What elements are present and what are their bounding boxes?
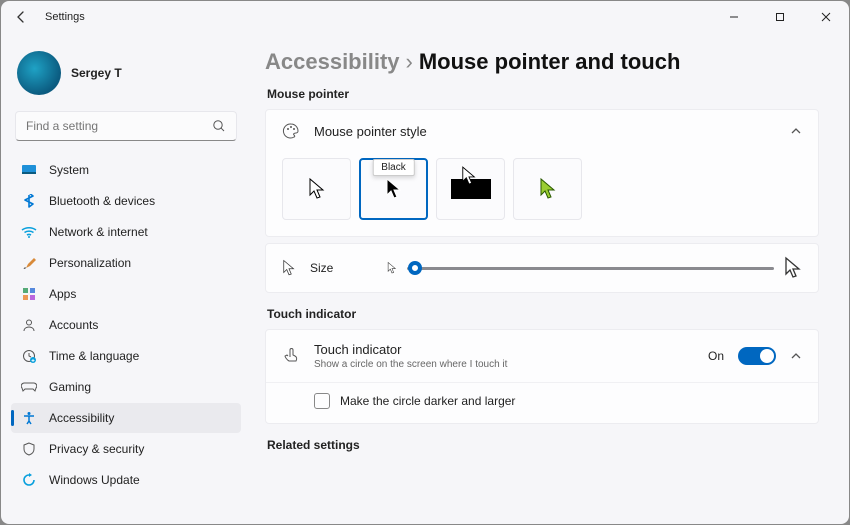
touch-toggle[interactable] <box>738 347 776 365</box>
brush-icon <box>21 255 37 271</box>
gamepad-icon <box>21 379 37 395</box>
main-content: Accessibility › Mouse pointer and touch … <box>247 33 849 524</box>
tooltip: Black <box>372 159 414 176</box>
cursor-small-icon <box>387 261 397 275</box>
user-name: Sergey T <box>71 66 122 80</box>
nav-accounts[interactable]: Accounts <box>11 310 241 340</box>
sidebar: Sergey T System Bluetooth & devices Netw… <box>1 33 247 524</box>
pointer-style-inverted[interactable] <box>436 158 505 220</box>
chevron-right-icon: › <box>406 49 413 75</box>
pointer-style-card: Mouse pointer style Black <box>265 109 819 237</box>
clock-icon <box>21 348 37 364</box>
page-title: Mouse pointer and touch <box>419 49 681 75</box>
pointer-style-header[interactable]: Mouse pointer style <box>266 110 818 152</box>
nav-personalization[interactable]: Personalization <box>11 248 241 278</box>
minimize-button[interactable] <box>711 1 757 33</box>
size-slider[interactable] <box>387 256 802 280</box>
nav-bluetooth[interactable]: Bluetooth & devices <box>11 186 241 216</box>
nav-gaming[interactable]: Gaming <box>11 372 241 402</box>
search-icon <box>212 119 226 133</box>
person-icon <box>21 317 37 333</box>
nav-update[interactable]: Windows Update <box>11 465 241 495</box>
section-touch: Touch indicator <box>267 307 819 321</box>
pointer-style-custom[interactable] <box>513 158 582 220</box>
breadcrumb: Accessibility › Mouse pointer and touch <box>265 49 819 75</box>
shield-icon <box>21 441 37 457</box>
window-title: Settings <box>45 11 711 23</box>
nav-system[interactable]: System <box>11 155 241 185</box>
nav-apps[interactable]: Apps <box>11 279 241 309</box>
nav: System Bluetooth & devices Network & int… <box>11 155 241 495</box>
search-input[interactable] <box>26 119 212 133</box>
section-mouse-pointer: Mouse pointer <box>267 87 819 101</box>
titlebar: Settings <box>1 1 849 33</box>
chevron-up-icon <box>790 125 802 137</box>
wifi-icon <box>21 224 37 240</box>
user-box[interactable]: Sergey T <box>11 45 241 111</box>
display-icon <box>21 162 37 178</box>
darker-larger-checkbox[interactable] <box>314 393 330 409</box>
section-related: Related settings <box>267 438 819 452</box>
breadcrumb-parent[interactable]: Accessibility <box>265 49 400 75</box>
toggle-state: On <box>708 349 724 363</box>
touch-sub: Show a circle on the screen where I touc… <box>314 359 694 370</box>
size-label: Size <box>310 261 333 275</box>
nav-privacy[interactable]: Privacy & security <box>11 434 241 464</box>
touch-title: Touch indicator <box>314 342 694 357</box>
update-icon <box>21 472 37 488</box>
search-box[interactable] <box>15 111 237 141</box>
touch-option-row[interactable]: Make the circle darker and larger <box>266 382 818 423</box>
settings-window: Settings Sergey T System Bluetooth & dev… <box>1 1 849 524</box>
apps-icon <box>21 286 37 302</box>
touch-icon <box>282 347 300 365</box>
nav-time[interactable]: Time & language <box>11 341 241 371</box>
touch-indicator-row[interactable]: Touch indicator Show a circle on the scr… <box>266 330 818 382</box>
pointer-style-options: Black <box>266 152 818 236</box>
close-button[interactable] <box>803 1 849 33</box>
chevron-up-icon[interactable] <box>790 350 802 362</box>
nav-network[interactable]: Network & internet <box>11 217 241 247</box>
window-controls <box>711 1 849 33</box>
bluetooth-icon <box>21 193 37 209</box>
pointer-size-card: Size <box>265 243 819 293</box>
touch-indicator-card: Touch indicator Show a circle on the scr… <box>265 329 819 424</box>
back-button[interactable] <box>15 10 29 24</box>
pointer-style-white[interactable] <box>282 158 351 220</box>
darker-larger-label: Make the circle darker and larger <box>340 394 515 408</box>
avatar <box>17 51 61 95</box>
pointer-style-black[interactable]: Black <box>359 158 428 220</box>
palette-icon <box>282 122 300 140</box>
cursor-large-icon <box>784 256 802 280</box>
maximize-button[interactable] <box>757 1 803 33</box>
pointer-style-label: Mouse pointer style <box>314 124 776 139</box>
cursor-icon <box>282 259 296 277</box>
slider-track[interactable] <box>407 267 774 270</box>
nav-accessibility[interactable]: Accessibility <box>11 403 241 433</box>
slider-thumb[interactable] <box>408 261 422 275</box>
accessibility-icon <box>21 410 37 426</box>
